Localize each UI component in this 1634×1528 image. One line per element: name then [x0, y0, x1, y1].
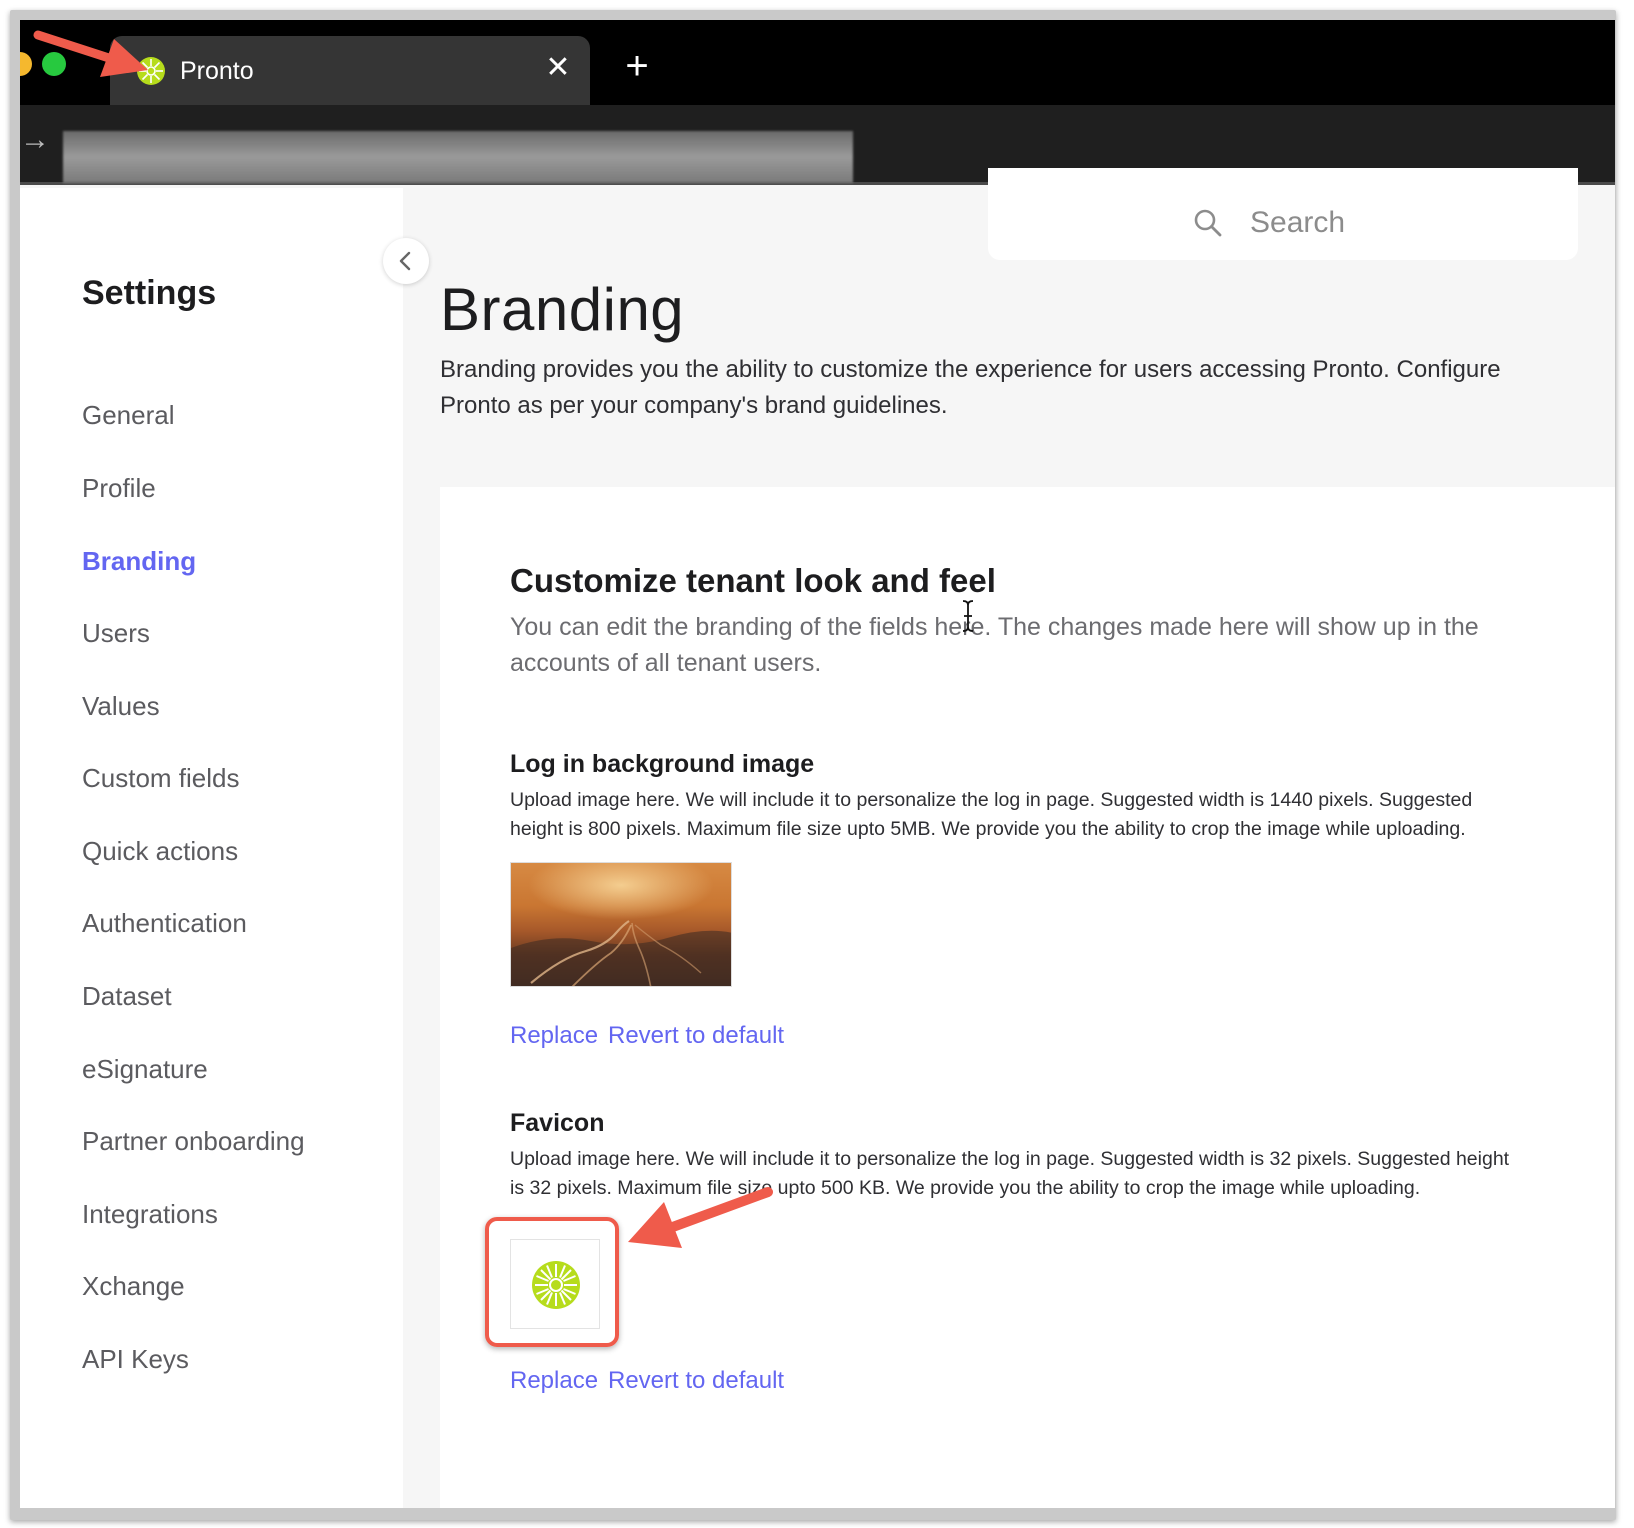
sidebar-item-custom-fields[interactable]: Custom fields — [82, 763, 240, 794]
sidebar-item-users[interactable]: Users — [82, 618, 150, 649]
favicon-description: Upload image here. We will include it to… — [510, 1148, 1510, 1199]
tab-close-icon[interactable]: ✕ — [540, 50, 576, 86]
browser-tab[interactable]: Pronto ✕ — [110, 36, 590, 105]
sidebar-item-integrations[interactable]: Integrations — [82, 1199, 218, 1230]
browser-titlebar: Pronto ✕ + — [20, 20, 1615, 105]
sidebar-item-xchange[interactable]: Xchange — [82, 1271, 185, 1302]
sidebar-item-profile[interactable]: Profile — [82, 473, 156, 504]
annotation-highlight-box — [485, 1217, 619, 1347]
card-title: Customize tenant look and feel — [510, 562, 996, 599]
login-bg-title: Log in background image — [510, 750, 815, 778]
search-icon — [1194, 209, 1222, 237]
url-field-blurred[interactable] — [63, 131, 853, 183]
sidebar-item-values[interactable]: Values — [82, 691, 160, 722]
favicon-replace-link[interactable]: Replace — [510, 1367, 598, 1395]
page-description: Branding provides you the ability to cus… — [440, 356, 1501, 419]
sidebar-item-partner-onboarding[interactable]: Partner onboarding — [82, 1126, 305, 1157]
search-box[interactable]: Search — [988, 168, 1578, 260]
forward-arrow-icon[interactable]: → — [20, 125, 50, 155]
sidebar-item-dataset[interactable]: Dataset — [82, 981, 172, 1012]
settings-sidebar: Settings General Profile Branding Users … — [20, 188, 403, 1508]
sidebar-item-branding[interactable]: Branding — [82, 546, 196, 577]
sidebar-title: Settings — [82, 274, 217, 312]
browser-window: Pronto ✕ + → Settings General Profile Br… — [20, 20, 1615, 1508]
minimize-button[interactable] — [20, 52, 32, 76]
login-bg-replace-link[interactable]: Replace — [510, 1022, 598, 1050]
new-tab-button[interactable]: + — [620, 46, 654, 86]
pronto-logo-icon — [137, 57, 165, 85]
favicon-title: Favicon — [510, 1109, 605, 1137]
text-cursor-icon — [962, 600, 974, 632]
tab-title: Pronto — [180, 57, 254, 85]
favicon-revert-link[interactable]: Revert to default — [608, 1367, 784, 1395]
login-bg-revert-link[interactable]: Revert to default — [608, 1022, 784, 1050]
search-input[interactable]: Search — [1250, 206, 1345, 240]
sidebar-item-esignature[interactable]: eSignature — [82, 1054, 208, 1085]
card-description: You can edit the branding of the fields … — [510, 613, 1479, 677]
maximize-button[interactable] — [42, 52, 66, 76]
sidebar-item-api-keys[interactable]: API Keys — [82, 1344, 189, 1375]
page-title: Branding — [440, 276, 685, 343]
collapse-sidebar-button[interactable] — [383, 238, 429, 284]
chevron-left-icon — [399, 251, 411, 271]
sidebar-item-authentication[interactable]: Authentication — [82, 908, 247, 939]
branding-card: Customize tenant look and feel You can e… — [440, 487, 1615, 1508]
sidebar-item-quick-actions[interactable]: Quick actions — [82, 836, 238, 867]
login-bg-description: Upload image here. We will include it to… — [510, 789, 1473, 840]
sidebar-item-general[interactable]: General — [82, 400, 175, 431]
login-background-thumbnail — [510, 862, 732, 987]
